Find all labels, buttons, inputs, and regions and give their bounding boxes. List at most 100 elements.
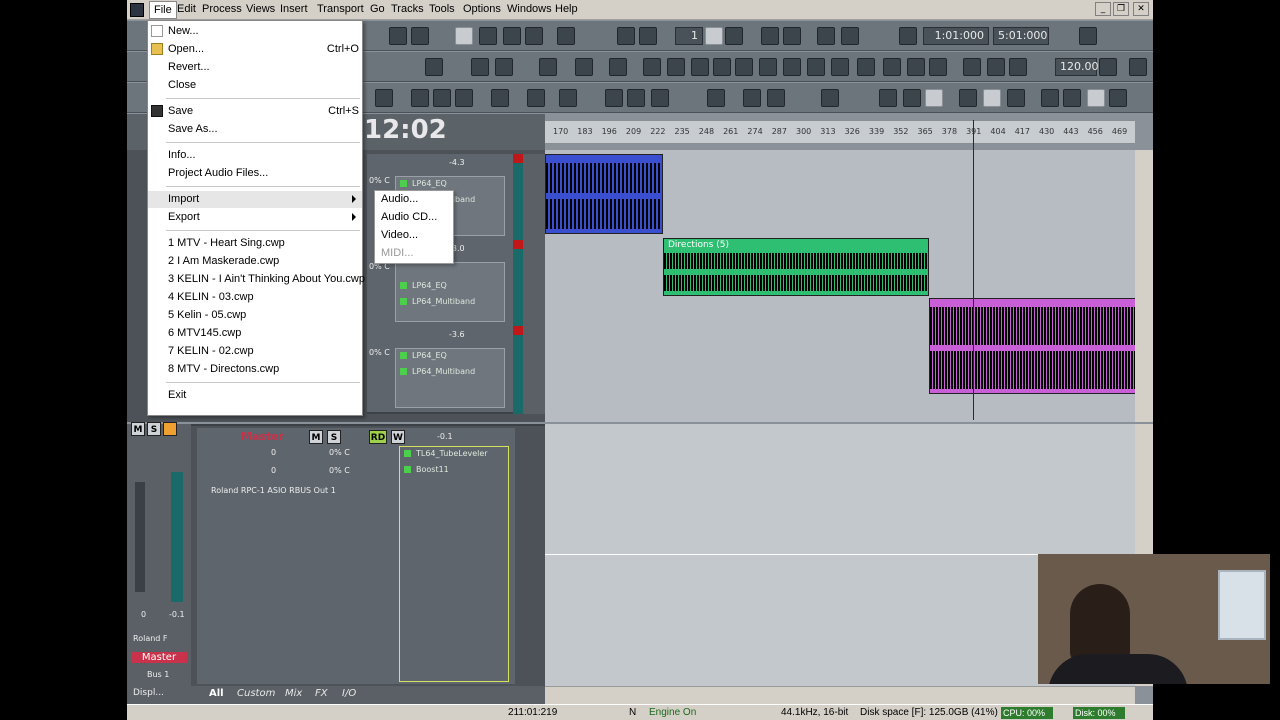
loop-end-field[interactable]: 5:01:000 (993, 27, 1049, 45)
tempo-up-icon[interactable] (1099, 58, 1117, 76)
tempo-extra-icon[interactable] (1129, 58, 1147, 76)
bus-name-label[interactable]: Master (131, 652, 187, 663)
output-selector[interactable]: Roland RPC-1 ASIO RBUS Out 1 (211, 486, 336, 495)
track-2-fx-bin[interactable]: LP64_EQ LP64_Multiband (395, 262, 505, 322)
settings-icon[interactable] (857, 58, 875, 76)
play-icon[interactable] (455, 27, 473, 45)
fx-item[interactable]: LP64_Multiband (400, 367, 475, 376)
track-3[interactable]: -3.6 0% C LP64_EQ LP64_Multiband (367, 326, 545, 414)
submenu-item-midi[interactable]: MIDI... (381, 245, 413, 262)
menu-item-close[interactable]: Close (148, 77, 362, 94)
menu-insert[interactable]: Insert (280, 3, 308, 15)
recent-file-4[interactable]: 4 KELIN - 03.cwp (148, 289, 362, 306)
menu-item-import[interactable]: Import (148, 191, 362, 208)
align-icon[interactable] (879, 89, 897, 107)
master-fx-bin[interactable]: TL64_TubeLeveler Boost11 (399, 446, 509, 682)
dollar-icon[interactable] (987, 58, 1005, 76)
menu-options[interactable]: Options (463, 3, 501, 15)
note-icon[interactable] (725, 27, 743, 45)
loop-toggle-icon[interactable] (899, 27, 917, 45)
table-icon[interactable] (559, 89, 577, 107)
fx-item[interactable]: LP64_EQ (400, 281, 447, 290)
horizontal-scrollbar[interactable] (545, 686, 1135, 704)
timeline-ruler[interactable]: 170 183 196 209 222 235 248 261 274 287 300 313 326 3… (545, 120, 1135, 144)
recent-file-1[interactable]: 1 MTV - Heart Sing.cwp (148, 235, 362, 252)
master-bus-name[interactable]: Master (241, 430, 284, 443)
h-icon[interactable] (883, 58, 901, 76)
view-d-icon[interactable] (1109, 89, 1127, 107)
punch-icon[interactable] (1079, 27, 1097, 45)
send1-pan[interactable]: 0% C (329, 448, 350, 457)
list-icon[interactable] (471, 58, 489, 76)
recent-file-7[interactable]: 7 KELIN - 02.cwp (148, 343, 362, 360)
minimize-button[interactable]: _ (1095, 2, 1111, 16)
crop-icon[interactable] (821, 89, 839, 107)
piano-roll-icon[interactable] (643, 58, 661, 76)
pointer-icon[interactable] (959, 89, 977, 107)
clips-pane[interactable]: Directions (5) (545, 150, 1135, 422)
tab-custom[interactable]: Custom (237, 688, 275, 699)
erase-icon[interactable] (1007, 89, 1025, 107)
go-to-end-icon[interactable] (525, 27, 543, 45)
app-icon[interactable] (130, 3, 144, 17)
send1-volume[interactable]: 0 (271, 448, 276, 457)
vertical-scrollbar[interactable] (1135, 150, 1153, 422)
loop-icon[interactable] (705, 27, 723, 45)
nudge-icon[interactable] (651, 89, 669, 107)
view-b-icon[interactable] (1063, 89, 1081, 107)
sync-icon[interactable] (841, 27, 859, 45)
menu-file[interactable]: File (149, 1, 177, 19)
stop-icon[interactable] (479, 27, 497, 45)
fx-icon[interactable] (759, 58, 777, 76)
recent-file-8[interactable]: 8 MTV - Directons.cwp (148, 361, 362, 378)
grid2-icon[interactable] (609, 58, 627, 76)
master-write-button[interactable]: W (391, 430, 405, 444)
draw-icon[interactable] (925, 89, 943, 107)
rewind-to-start-icon[interactable] (389, 27, 407, 45)
lines-icon[interactable] (495, 58, 513, 76)
menu-item-open[interactable]: Open... Ctrl+O (148, 41, 362, 58)
s-icon[interactable] (907, 58, 925, 76)
output-short-label[interactable]: Roland F (133, 634, 168, 643)
view-a-icon[interactable] (1041, 89, 1059, 107)
fx-item[interactable]: LP64_EQ (400, 179, 447, 188)
fx-item[interactable]: Boost11 (404, 465, 449, 474)
loop-start-field[interactable]: 1:01:000 (923, 27, 989, 45)
staff-icon[interactable] (667, 58, 685, 76)
tab-mix[interactable]: Mix (285, 688, 302, 699)
arrow-icon[interactable] (807, 58, 825, 76)
solo-all-button[interactable]: S (147, 422, 161, 436)
submenu-item-audio-cd[interactable]: Audio CD... (381, 209, 437, 226)
auto-scroll-icon[interactable] (375, 89, 393, 107)
master-solo-button[interactable]: S (327, 430, 341, 444)
menu-item-export[interactable]: Export (148, 209, 362, 226)
search-icon[interactable] (575, 58, 593, 76)
zoom-icon[interactable] (411, 89, 429, 107)
mixer-icon[interactable] (691, 58, 709, 76)
clip-1[interactable] (545, 154, 663, 234)
pencil-icon[interactable] (983, 89, 1001, 107)
grid-icon[interactable] (425, 58, 443, 76)
pause-icon[interactable] (433, 89, 451, 107)
menu-item-revert[interactable]: Revert... (148, 59, 362, 76)
close-button[interactable]: ✕ (1133, 2, 1149, 16)
tab-fx[interactable]: FX (315, 688, 328, 699)
recent-file-5[interactable]: 5 Kelin - 05.cwp (148, 307, 362, 324)
display-dropdown[interactable]: Displ... (133, 688, 164, 698)
fit-icon[interactable] (627, 89, 645, 107)
menu-item-save-as[interactable]: Save As... (148, 121, 362, 138)
metronome-icon[interactable] (617, 27, 635, 45)
tab-all[interactable]: All (209, 688, 224, 699)
snap-icon[interactable] (761, 27, 779, 45)
select-icon[interactable] (527, 89, 545, 107)
track-1-volume[interactable]: -4.3 (449, 158, 465, 167)
track-3-pan[interactable]: 0% C (369, 348, 390, 357)
submenu-item-audio[interactable]: Audio... (381, 191, 418, 208)
restore-button[interactable]: ❐ (1113, 2, 1129, 16)
menu-item-exit[interactable]: Exit (148, 387, 362, 404)
fx-item[interactable]: TL64_TubeLeveler (404, 449, 488, 458)
b-icon[interactable] (1009, 58, 1027, 76)
track-1-pan[interactable]: 0% C (369, 176, 390, 185)
tempo-map-icon[interactable] (713, 58, 731, 76)
frame-icon[interactable] (743, 89, 761, 107)
